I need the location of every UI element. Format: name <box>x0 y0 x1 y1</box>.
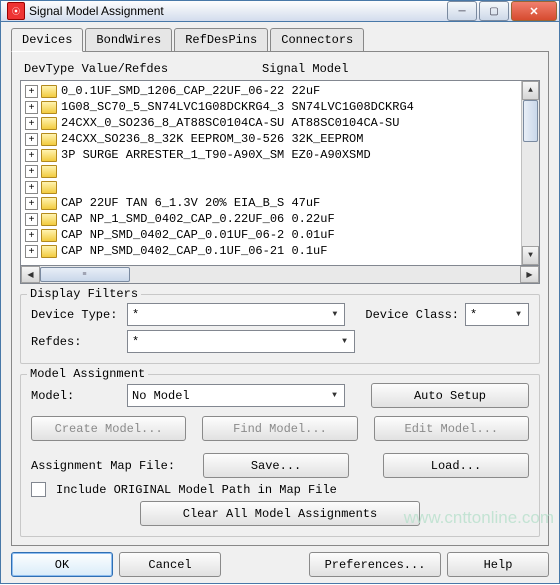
title-bar[interactable]: ⦿ Signal Model Assignment ─ ▢ ✕ <box>1 1 559 22</box>
tree-row: + <box>23 163 521 179</box>
tree-row: +3P SURGE ARRESTER_1_T90-A90X_SM EZ0-A90… <box>23 147 521 163</box>
chevron-down-icon[interactable]: ▼ <box>511 307 526 322</box>
model-assignment-group: Model Assignment Model: No Model ▼ Auto … <box>20 374 540 537</box>
display-filters-group: Display Filters Device Type: * ▼ Device … <box>20 294 540 364</box>
chevron-down-icon[interactable]: ▼ <box>337 334 352 349</box>
load-button[interactable]: Load... <box>383 453 529 478</box>
tree-row: +CAP NP_SMD_0402_CAP_0.01UF_06-2 0.01uF <box>23 227 521 243</box>
tab-bondwires[interactable]: BondWires <box>85 28 172 52</box>
expand-icon[interactable]: + <box>25 149 38 162</box>
scroll-track[interactable]: ≡ <box>40 266 520 283</box>
ok-button[interactable]: OK <box>11 552 113 577</box>
header-devtype: DevType Value/Refdes <box>24 62 262 76</box>
device-class-combo[interactable]: * ▼ <box>465 303 529 326</box>
expand-icon[interactable]: + <box>25 165 38 178</box>
group-title: Display Filters <box>27 287 141 301</box>
expand-icon[interactable]: + <box>25 85 38 98</box>
folder-icon <box>41 165 57 178</box>
folder-icon <box>41 85 57 98</box>
folder-icon <box>41 133 57 146</box>
tree-row: +CAP NP_1_SMD_0402_CAP_0.22UF_06 0.22uF <box>23 211 521 227</box>
mapfile-label: Assignment Map File: <box>31 459 175 473</box>
save-button[interactable]: Save... <box>203 453 349 478</box>
app-window: ⦿ Signal Model Assignment ─ ▢ ✕ Devices … <box>0 0 560 584</box>
tree-row: +1G08_SC70_5_SN74LVC1G08DCKRG4_3 SN74LVC… <box>23 99 521 115</box>
tree-row: +CAP 22UF TAN 6_1.3V 20% EIA_B_S 47uF <box>23 195 521 211</box>
tree-row: +0_0.1UF_SMD_1206_CAP_22UF_06-22 22uF <box>23 83 521 99</box>
tree-body[interactable]: +0_0.1UF_SMD_1206_CAP_22UF_06-22 22uF +1… <box>21 81 521 265</box>
device-tree[interactable]: +0_0.1UF_SMD_1206_CAP_22UF_06-22 22uF +1… <box>20 80 540 266</box>
expand-icon[interactable]: + <box>25 245 38 258</box>
scroll-thumb[interactable] <box>523 100 538 142</box>
scroll-up-icon[interactable]: ▲ <box>522 81 539 100</box>
folder-icon <box>41 197 57 210</box>
tree-row: +24CXX_0_SO236_8_AT88SC0104CA-SU AT88SC0… <box>23 115 521 131</box>
expand-icon[interactable]: + <box>25 197 38 210</box>
column-headers: DevType Value/Refdes Signal Model <box>20 62 540 76</box>
scroll-thumb[interactable]: ≡ <box>40 267 130 282</box>
preferences-button[interactable]: Preferences... <box>309 552 441 577</box>
folder-icon <box>41 245 57 258</box>
folder-icon <box>41 117 57 130</box>
scroll-down-icon[interactable]: ▼ <box>522 246 539 265</box>
group-title: Model Assignment <box>27 367 148 381</box>
expand-icon[interactable]: + <box>25 181 38 194</box>
tree-row: +CAP NP_SMD_0402_CAP_0.1UF_06-21 0.1uF <box>23 243 521 259</box>
vertical-scrollbar[interactable]: ▲ ▼ <box>521 81 539 265</box>
auto-setup-button[interactable]: Auto Setup <box>371 383 529 408</box>
window-buttons: ─ ▢ ✕ <box>447 1 557 21</box>
expand-icon[interactable]: + <box>25 229 38 242</box>
create-model-button[interactable]: Create Model... <box>31 416 186 441</box>
minimize-button[interactable]: ─ <box>447 1 477 21</box>
find-model-button[interactable]: Find Model... <box>202 416 357 441</box>
expand-icon[interactable]: + <box>25 117 38 130</box>
client-area: Devices BondWires RefDesPins Connectors … <box>1 22 559 585</box>
tab-connectors[interactable]: Connectors <box>270 28 364 52</box>
include-original-checkbox[interactable] <box>31 482 46 497</box>
app-icon: ⦿ <box>7 2 25 20</box>
folder-icon <box>41 101 57 114</box>
model-combo[interactable]: No Model ▼ <box>127 384 345 407</box>
dialog-footer: OK Cancel Preferences... Help <box>11 546 549 577</box>
scroll-left-icon[interactable]: ◀ <box>21 266 40 283</box>
expand-icon[interactable]: + <box>25 101 38 114</box>
expand-icon[interactable]: + <box>25 213 38 226</box>
device-class-label: Device Class: <box>365 308 459 322</box>
clear-all-button[interactable]: Clear All Model Assignments <box>140 501 420 526</box>
scroll-track[interactable] <box>522 100 539 246</box>
folder-icon <box>41 181 57 194</box>
close-button[interactable]: ✕ <box>511 1 557 21</box>
model-label: Model: <box>31 389 121 403</box>
tab-strip: Devices BondWires RefDesPins Connectors <box>11 28 549 52</box>
chevron-down-icon[interactable]: ▼ <box>327 307 342 322</box>
header-sigmodel: Signal Model <box>262 62 348 76</box>
device-type-combo[interactable]: * ▼ <box>127 303 345 326</box>
window-title: Signal Model Assignment <box>29 4 447 18</box>
help-button[interactable]: Help <box>447 552 549 577</box>
tab-devices[interactable]: Devices <box>11 28 83 52</box>
folder-icon <box>41 213 57 226</box>
device-type-label: Device Type: <box>31 308 121 322</box>
include-original-label: Include ORIGINAL Model Path in Map File <box>56 483 337 497</box>
tab-page-devices: DevType Value/Refdes Signal Model +0_0.1… <box>11 51 549 546</box>
cancel-button[interactable]: Cancel <box>119 552 221 577</box>
tree-row: +24CXX_SO236_8_32K EEPROM_30-526 32K_EEP… <box>23 131 521 147</box>
tab-refdespins[interactable]: RefDesPins <box>174 28 268 52</box>
maximize-button[interactable]: ▢ <box>479 1 509 21</box>
scroll-right-icon[interactable]: ▶ <box>520 266 539 283</box>
edit-model-button[interactable]: Edit Model... <box>374 416 529 441</box>
refdes-label: Refdes: <box>31 335 121 349</box>
folder-icon <box>41 229 57 242</box>
chevron-down-icon[interactable]: ▼ <box>327 388 342 403</box>
refdes-combo[interactable]: * ▼ <box>127 330 355 353</box>
tree-row: + <box>23 179 521 195</box>
folder-icon <box>41 149 57 162</box>
horizontal-scrollbar[interactable]: ◀ ≡ ▶ <box>20 266 540 284</box>
expand-icon[interactable]: + <box>25 133 38 146</box>
